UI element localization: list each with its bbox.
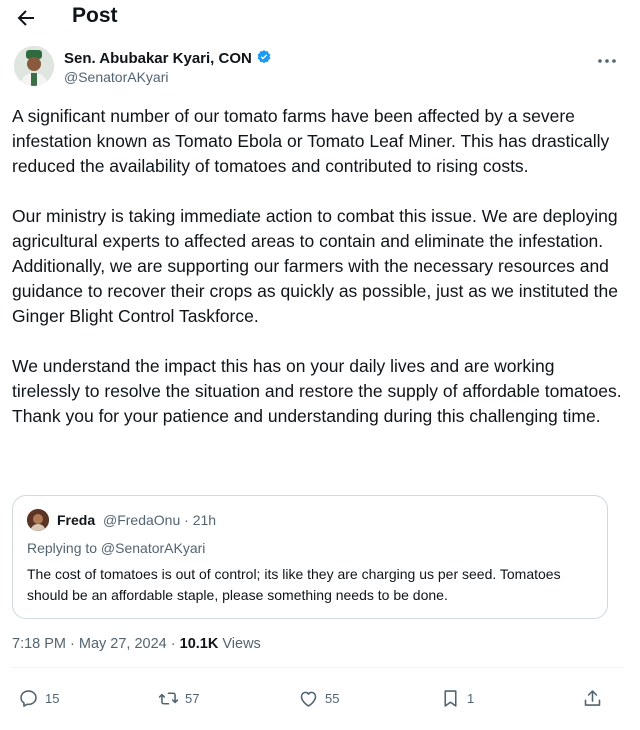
- reply-count: 15: [45, 690, 60, 706]
- tweet-paragraph: Our ministry is taking immediate action …: [12, 206, 619, 326]
- verified-badge-icon: [257, 50, 271, 64]
- more-dots-icon: [598, 59, 616, 63]
- repost-count: 57: [185, 690, 200, 706]
- timestamp-date[interactable]: 7:18 PM · May 27, 2024 ·: [12, 636, 180, 652]
- like-button[interactable]: 55: [298, 686, 339, 710]
- author-name-text[interactable]: Sen. Abubakar Kyari, CON: [64, 50, 252, 67]
- heart-icon: [300, 691, 317, 707]
- action-bar: 15 57 55 1: [0, 680, 640, 716]
- tweet-paragraph: We understand the impact this has on you…: [12, 356, 622, 426]
- views-label: Views: [218, 636, 261, 652]
- author-handle[interactable]: @SenatorAKyari: [64, 69, 168, 85]
- quote-text: The cost of tomatoes is out of control; …: [27, 566, 561, 603]
- bookmark-count: 1: [467, 690, 475, 706]
- quote-avatar-image: [27, 509, 49, 531]
- quote-avatar: [27, 509, 49, 531]
- share-button[interactable]: [582, 686, 603, 710]
- bookmark-button[interactable]: 1: [440, 686, 474, 710]
- like-count: 55: [325, 690, 340, 706]
- reply-button[interactable]: 15: [18, 686, 59, 710]
- author-name[interactable]: Sen. Abubakar Kyari, CON: [64, 49, 272, 67]
- arrow-left-icon: [17, 10, 34, 26]
- back-button[interactable]: [14, 6, 38, 30]
- reply-icon: [20, 689, 37, 707]
- top-bar: Post: [0, 0, 640, 38]
- page-title: Post: [72, 4, 118, 27]
- author-avatar-image: [14, 46, 54, 86]
- timestamp: 7:18 PM · May 27, 2024 · 10.1K Views: [12, 636, 261, 652]
- tweet-paragraph: A significant number of our tomato farms…: [12, 106, 610, 176]
- quoted-tweet[interactable]: Freda @FredaOnu · 21h Replying to @Senat…: [12, 495, 608, 619]
- more-button[interactable]: [596, 52, 618, 70]
- repost-button[interactable]: 57: [158, 686, 199, 710]
- author-row: Sen. Abubakar Kyari, CON @SenatorAKyari: [14, 46, 626, 90]
- quote-replying-to: Replying to @SenatorAKyari: [27, 540, 206, 556]
- tweet-body: A significant number of our tomato farms…: [12, 104, 624, 454]
- repost-icon: [158, 691, 179, 705]
- quote-author-meta: @FredaOnu · 21h: [103, 512, 217, 528]
- bookmark-icon: [444, 689, 457, 707]
- divider: [12, 667, 624, 668]
- avatar[interactable]: [14, 46, 54, 86]
- quote-author-name: Freda: [57, 512, 96, 528]
- views-count: 10.1K: [179, 636, 219, 652]
- share-icon: [584, 689, 601, 706]
